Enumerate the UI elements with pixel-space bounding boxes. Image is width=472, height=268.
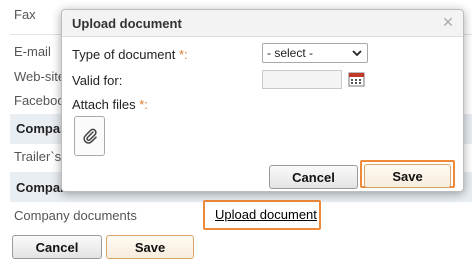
save-button[interactable]: Save: [106, 235, 194, 259]
required-marker: *:: [178, 47, 188, 62]
dialog-cancel-button[interactable]: Cancel: [269, 165, 358, 189]
chevron-down-icon: [352, 50, 362, 57]
attach-files-button[interactable]: [74, 116, 105, 156]
fax-label: Fax: [14, 7, 36, 22]
document-type-select-value: - select -: [267, 46, 314, 60]
document-type-label-text: Type of document: [72, 47, 176, 62]
calendar-icon[interactable]: [348, 71, 365, 87]
document-type-label: Type of document *:: [72, 47, 188, 62]
upload-document-link[interactable]: Upload document: [215, 207, 317, 222]
dialog-title: Upload document: [72, 16, 182, 31]
dialog-header: Upload document ✕: [62, 10, 463, 37]
paperclip-icon: [82, 128, 97, 144]
required-marker: *:: [139, 97, 148, 112]
attach-files-label-text: Attach files: [72, 97, 136, 112]
cancel-button[interactable]: Cancel: [12, 235, 102, 259]
valid-for-label: Valid for:: [72, 73, 123, 88]
trailers-label: Trailer`s: [14, 149, 62, 164]
upload-document-dialog: Upload document ✕ Type of document *: - …: [61, 9, 464, 192]
email-label: E-mail: [14, 44, 51, 59]
valid-for-input[interactable]: [262, 70, 342, 89]
close-icon[interactable]: ✕: [441, 14, 455, 30]
website-label: Web-site: [14, 69, 66, 84]
attach-files-label: Attach files *:: [72, 97, 148, 112]
document-type-select[interactable]: - select -: [262, 43, 368, 63]
company-documents-label: Company documents: [14, 208, 137, 223]
dialog-save-button[interactable]: Save: [364, 164, 451, 188]
